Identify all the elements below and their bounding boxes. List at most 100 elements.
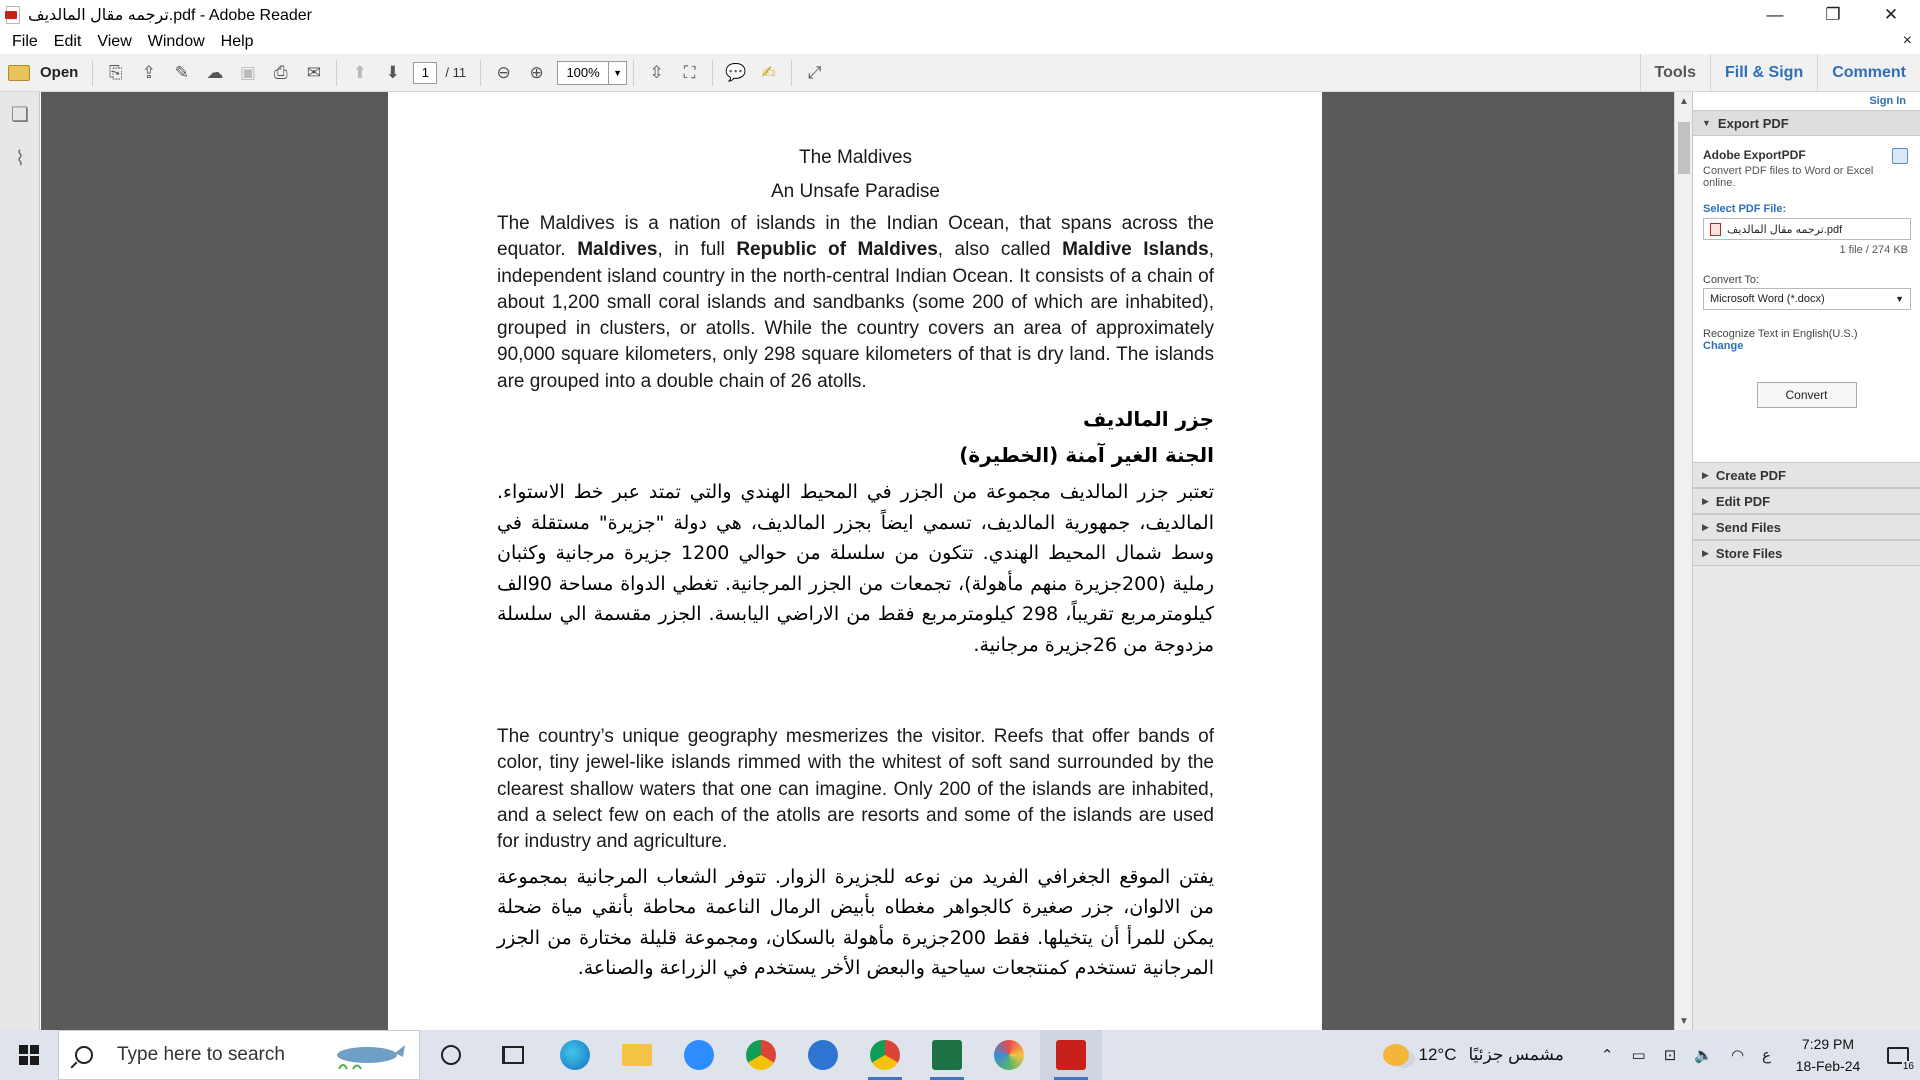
export-pdf-header[interactable]: ▼ Export PDF [1693,110,1920,136]
export-pdf-panel: Adobe ExportPDF Convert PDF files to Wor… [1693,136,1920,462]
search-placeholder: Type here to search [117,1044,285,1065]
save-icon[interactable]: ▣ [231,58,264,88]
comment-link[interactable]: Comment [1817,54,1920,92]
edge-button[interactable] [544,1030,606,1080]
sign-in-link[interactable]: Sign In [1693,92,1920,110]
toolbar-divider [92,59,94,86]
scrollbar-thumb[interactable] [1678,122,1690,174]
text-run: , independent island country in the nort… [497,239,1215,392]
sync-app-button[interactable] [792,1030,854,1080]
chevron-up-icon[interactable]: ⌃ [1601,1046,1614,1064]
input-language[interactable]: ع [1762,1046,1771,1064]
selected-file-name: ترجمه مقال المالديف.pdf [1727,223,1843,236]
previous-page-icon[interactable]: ⬆ [343,58,376,88]
zoom-dropdown-icon[interactable]: ▼ [609,60,628,85]
convert-to-select[interactable]: Microsoft Word (*.docx) ▼ [1703,288,1911,310]
network-icon[interactable]: ⊡ [1664,1046,1677,1064]
toolbar-divider [336,59,338,86]
zoom-in-icon[interactable]: ⊕ [520,58,553,88]
next-page-icon[interactable]: ⬇ [376,58,409,88]
clock[interactable]: 7:29 PM 18-Feb-24 [1780,1033,1876,1077]
taskbar-search-box[interactable]: Type here to search [58,1030,420,1080]
page-number-input[interactable]: 1 [413,61,438,84]
send-files-header[interactable]: ▶ Send Files [1693,514,1920,540]
paint-button[interactable] [978,1030,1040,1080]
export-description: Convert PDF files to Word or Excel onlin… [1703,165,1874,189]
excel-icon [932,1040,962,1070]
change-link[interactable]: Change [1703,340,1910,352]
close-document-button[interactable]: × [1903,32,1912,50]
chrome-icon [870,1040,900,1070]
document-area: The Maldives An Unsafe Paradise The Mald… [41,92,1674,1030]
section-label: Store Files [1715,545,1783,561]
sticky-note-icon[interactable]: 💬 [719,58,752,88]
chrome-profile-button[interactable] [854,1030,916,1080]
page-thumbnails-icon[interactable]: ❏ [0,92,40,136]
whale-illustration-icon [337,1045,405,1070]
upload-cloud-icon[interactable]: ☁ [198,58,231,88]
section-label: Create PDF [1715,467,1786,483]
collapsed-triangle-icon: ▶ [1702,495,1709,506]
tools-link[interactable]: Tools [1639,54,1710,92]
chrome-icon [746,1040,776,1070]
selected-file-field[interactable]: ترجمه مقال المالديف.pdf [1703,218,1911,240]
fill-sign-link[interactable]: Fill & Sign [1710,54,1817,92]
menu-edit[interactable]: Edit [46,33,90,51]
vertical-scrollbar[interactable]: ▲ ▼ [1674,92,1692,1030]
menu-file[interactable]: File [4,33,46,51]
print-icon[interactable]: ⎙ [264,58,297,88]
window-title: ترجمه مقال المالديف.pdf - Adobe Reader [28,6,313,24]
export-pdf-label: Export PDF [1717,115,1789,131]
scroll-up-icon[interactable]: ▲ [1675,92,1693,110]
adobe-reader-taskbar-button[interactable] [1040,1030,1102,1080]
notification-center-button[interactable]: 16 [1876,1030,1920,1080]
cortana-button[interactable] [420,1030,482,1080]
text-run: , in full [657,239,737,261]
email-icon[interactable]: ✉ [297,58,330,88]
attachments-icon[interactable]: ⌇ [0,136,40,180]
clock-date: 18-Feb-24 [1795,1058,1861,1074]
clock-time: 7:29 PM [1801,1036,1855,1052]
page-content: The Maldives An Unsafe Paradise The Mald… [497,92,1214,984]
battery-icon[interactable]: ▭ [1632,1046,1646,1064]
minimize-button[interactable]: — [1746,0,1804,29]
bold-run: Republic of Maldives [736,239,938,261]
zoom-icon [684,1040,714,1070]
close-button[interactable]: ✕ [1862,0,1920,29]
full-screen-icon[interactable]: ⤢ [798,58,831,88]
chrome-button[interactable] [730,1030,792,1080]
text-run: , also called [937,239,1063,261]
toolbar-right-links: Tools Fill & Sign Comment [1639,54,1920,92]
store-files-header[interactable]: ▶ Store Files [1693,540,1920,566]
zoom-input[interactable]: 100% [557,60,610,85]
start-button[interactable] [0,1030,58,1080]
task-view-button[interactable] [482,1030,544,1080]
toolbar-divider [712,59,714,86]
open-button[interactable]: Open [8,58,86,88]
toolbar-divider [480,59,482,86]
create-pdf-icon[interactable]: ⎘ [99,58,132,88]
create-pdf-header[interactable]: ▶ Create PDF [1693,462,1920,488]
zoom-out-icon[interactable]: ⊖ [487,58,520,88]
convert-button[interactable]: Convert [1756,382,1857,408]
edit-pdf-header[interactable]: ▶ Edit PDF [1693,488,1920,514]
folder-icon [8,64,30,81]
excel-button[interactable] [916,1030,978,1080]
weather-widget[interactable]: 12°C مشمس جزئيًا [1382,1044,1564,1066]
speaker-icon[interactable]: 🔈 [1694,1046,1713,1064]
fit-page-icon[interactable]: ⛶ [673,58,706,88]
pdf-page: The Maldives An Unsafe Paradise The Mald… [388,92,1322,1030]
menu-window[interactable]: Window [140,33,213,51]
export-pdf-icon[interactable]: ⇪ [132,58,165,88]
file-explorer-button[interactable] [606,1030,668,1080]
wifi-icon[interactable]: ◠ [1731,1046,1744,1064]
arabic-paragraph-1: تعتبر جزر المالديف مجموعة من الجزر في ال… [497,481,1214,656]
menu-help[interactable]: Help [213,33,262,51]
edit-icon[interactable]: ✎ [165,58,198,88]
highlight-icon[interactable]: ✍ [752,58,785,88]
restore-button[interactable]: ❐ [1804,0,1862,29]
zoom-app-button[interactable] [668,1030,730,1080]
scrolling-mode-icon[interactable]: ⇳ [640,58,673,88]
menu-view[interactable]: View [89,33,139,51]
scroll-down-icon[interactable]: ▼ [1675,1012,1693,1030]
